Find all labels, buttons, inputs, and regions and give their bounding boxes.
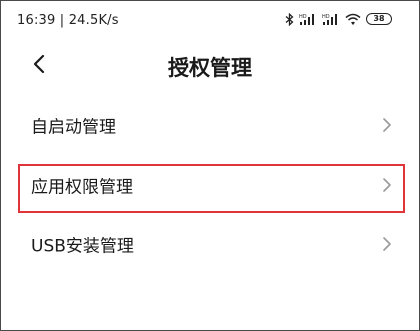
header: 授权管理 <box>0 36 420 92</box>
page-title: 授权管理 <box>168 56 252 80</box>
list-item-usb-install[interactable]: USB安装管理 <box>8 219 410 269</box>
list-item-auto-start[interactable]: 自启动管理 <box>8 100 410 150</box>
svg-text:HD: HD <box>299 14 307 20</box>
chevron-right-icon <box>383 237 391 251</box>
status-icons: HD HD 38 <box>285 11 392 27</box>
list-item-label: 自启动管理 <box>31 117 116 138</box>
status-time-speed: 16:39 | 24.5K/s <box>17 13 119 28</box>
list-item-app-permissions[interactable]: 应用权限管理 <box>8 160 410 210</box>
wifi-icon <box>345 13 361 26</box>
signal-hd-icon: HD <box>299 13 317 26</box>
list-item-label: 应用权限管理 <box>31 177 133 198</box>
bluetooth-icon <box>285 12 294 26</box>
chevron-right-icon <box>383 178 391 192</box>
status-bar: 16:39 | 24.5K/s HD HD 38 <box>0 0 420 36</box>
list-item-label: USB安装管理 <box>31 236 134 257</box>
svg-text:HD: HD <box>322 14 330 20</box>
battery-icon: 38 <box>366 13 392 25</box>
chevron-right-icon <box>383 118 391 132</box>
signal-hd-icon: HD <box>322 13 340 26</box>
